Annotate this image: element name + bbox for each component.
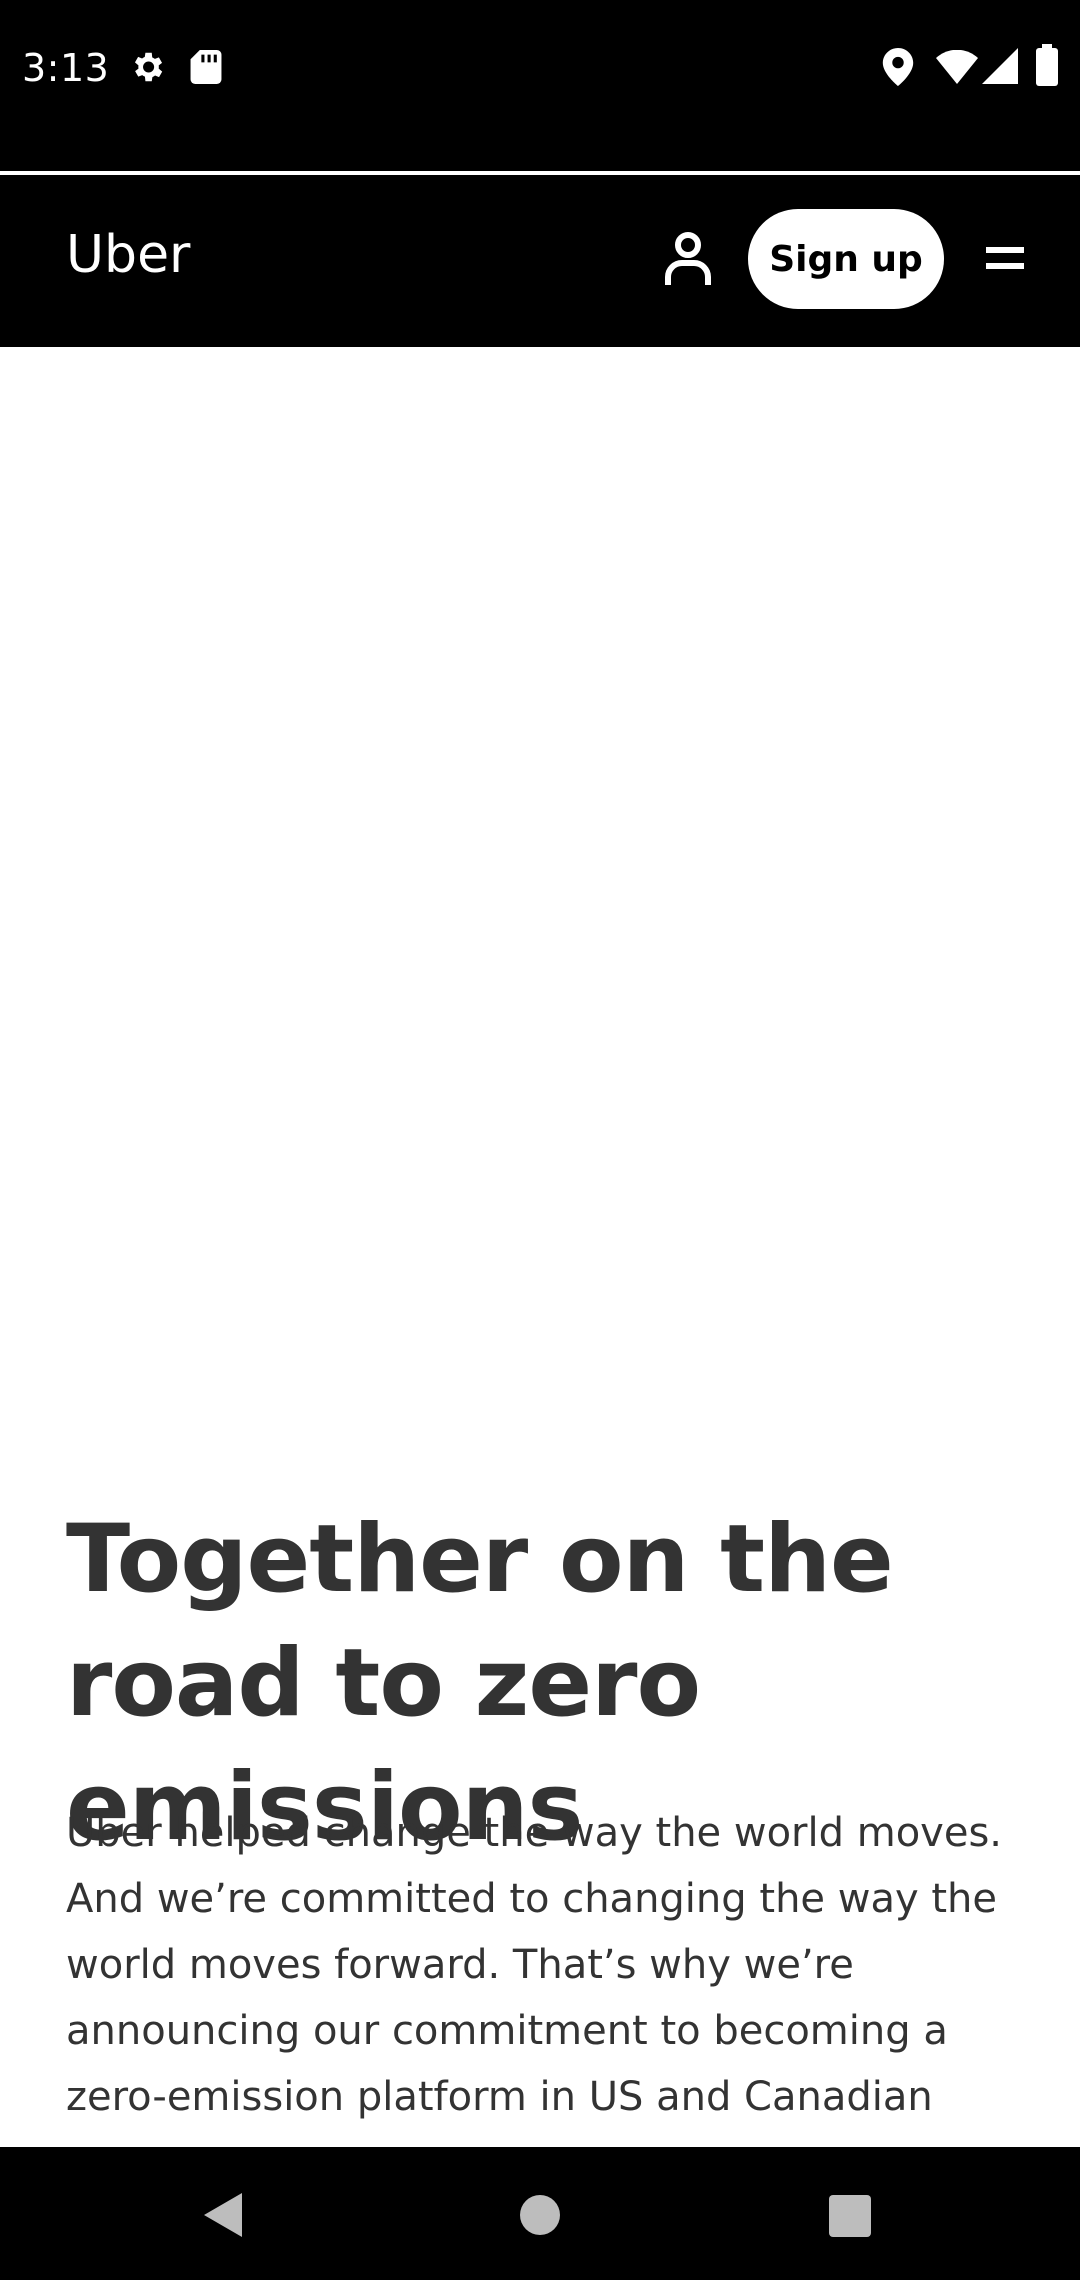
sign-up-button[interactable]: Sign up bbox=[748, 209, 944, 309]
system-navigation-bar bbox=[0, 2147, 1080, 2280]
wifi-icon bbox=[936, 49, 978, 89]
location-icon bbox=[882, 48, 914, 91]
status-bar: 3:13 bbox=[0, 0, 1080, 171]
battery-icon bbox=[1036, 44, 1058, 91]
uber-logo[interactable]: Uber bbox=[66, 223, 190, 287]
menu-icon[interactable] bbox=[984, 237, 1026, 281]
back-icon[interactable] bbox=[200, 2191, 246, 2244]
status-time: 3:13 bbox=[22, 46, 110, 90]
user-icon[interactable] bbox=[662, 231, 714, 287]
intro-paragraph: Uber helped change the way the world mov… bbox=[66, 1810, 1002, 2120]
recents-icon[interactable] bbox=[829, 2195, 871, 2237]
hero-media-placeholder bbox=[0, 347, 1080, 1457]
site-header: Uber Sign up bbox=[0, 175, 1080, 347]
signal-icon bbox=[982, 48, 1018, 89]
settings-icon bbox=[128, 48, 166, 91]
sd-card-icon bbox=[190, 50, 222, 89]
home-icon[interactable] bbox=[520, 2195, 560, 2235]
